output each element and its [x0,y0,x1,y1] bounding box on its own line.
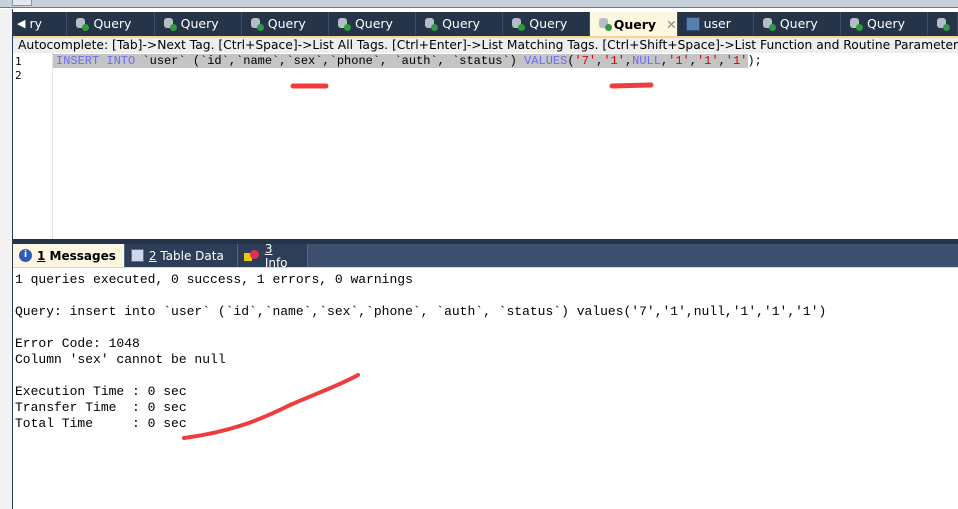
left-panel-edge [0,9,13,509]
message-line [15,288,958,304]
tab-user[interactable]: user [678,12,754,35]
message-line: Query: insert into `user` (`id`,`name`,`… [15,304,827,319]
result-tab-bar: i1 Messages 2 Table Data 3 Info [13,242,958,270]
close-tab-icon[interactable]: ✕ [666,17,676,32]
autocomplete-hint: Autocomplete: [Tab]->Next Tag. [Ctrl+Spa… [13,38,958,53]
tab-query[interactable]: Query [67,12,155,35]
messages-panel[interactable]: 1 queries executed, 0 success, 1 errors,… [13,267,958,509]
table-icon [130,249,144,262]
query-icon [250,17,264,31]
tab-query-active[interactable]: Query ✕ [590,12,678,36]
tab-query[interactable]: Query [329,12,417,35]
tab-query[interactable] [928,12,958,35]
query-icon [75,17,90,31]
query-icon [337,17,351,31]
tab-messages[interactable]: i1 Messages [13,244,125,267]
query-icon [762,17,776,31]
tab-scroll-left[interactable]: ◀ ry [13,12,68,35]
line-number-gutter: 1 2 [13,53,53,239]
info-icon: i [19,249,32,262]
tab-query[interactable]: Query [503,12,591,35]
tab-query[interactable]: Query [754,12,841,35]
tab-query[interactable]: Query [155,12,242,35]
query-tab-bar: ◀ ry Query Query Query Query Query Query … [13,12,958,36]
message-line: Transfer Time : 0 sec [15,400,187,415]
tab-query[interactable]: Query [841,12,929,35]
line-number: 1 [15,55,22,68]
tab-info[interactable]: 3 Info [237,242,308,270]
query-icon [598,17,613,31]
message-line: Execution Time : 0 sec [15,384,187,399]
code-line[interactable]: INSERT INTO `user` (`id`,`name`,`sex`,`p… [53,54,762,68]
query-icon [424,17,439,31]
sql-editor[interactable]: 1 2 INSERT INTO `user` (`id`,`name`,`sex… [13,53,958,239]
toolbar-button[interactable] [12,0,32,6]
message-line: 1 queries executed, 0 success, 1 errors,… [15,272,413,287]
message-line [15,320,958,336]
tab-query[interactable]: Query [416,12,504,35]
message-line: Column 'sex' cannot be null [15,352,226,367]
window-top-strip [0,0,958,8]
message-line: Error Code: 1048 [15,336,140,351]
message-line: Total Time : 0 sec [15,416,187,431]
chart-icon [243,249,260,262]
query-icon [849,17,863,31]
scroll-left-icon: ◀ [17,17,26,30]
query-icon [936,17,951,31]
line-number: 2 [15,69,22,82]
query-icon [163,17,177,31]
message-line [15,368,958,384]
query-icon [511,17,526,31]
tab-query[interactable]: Query [242,12,329,35]
table-icon [685,16,700,31]
tab-table-data[interactable]: 2 Table Data [124,244,238,267]
